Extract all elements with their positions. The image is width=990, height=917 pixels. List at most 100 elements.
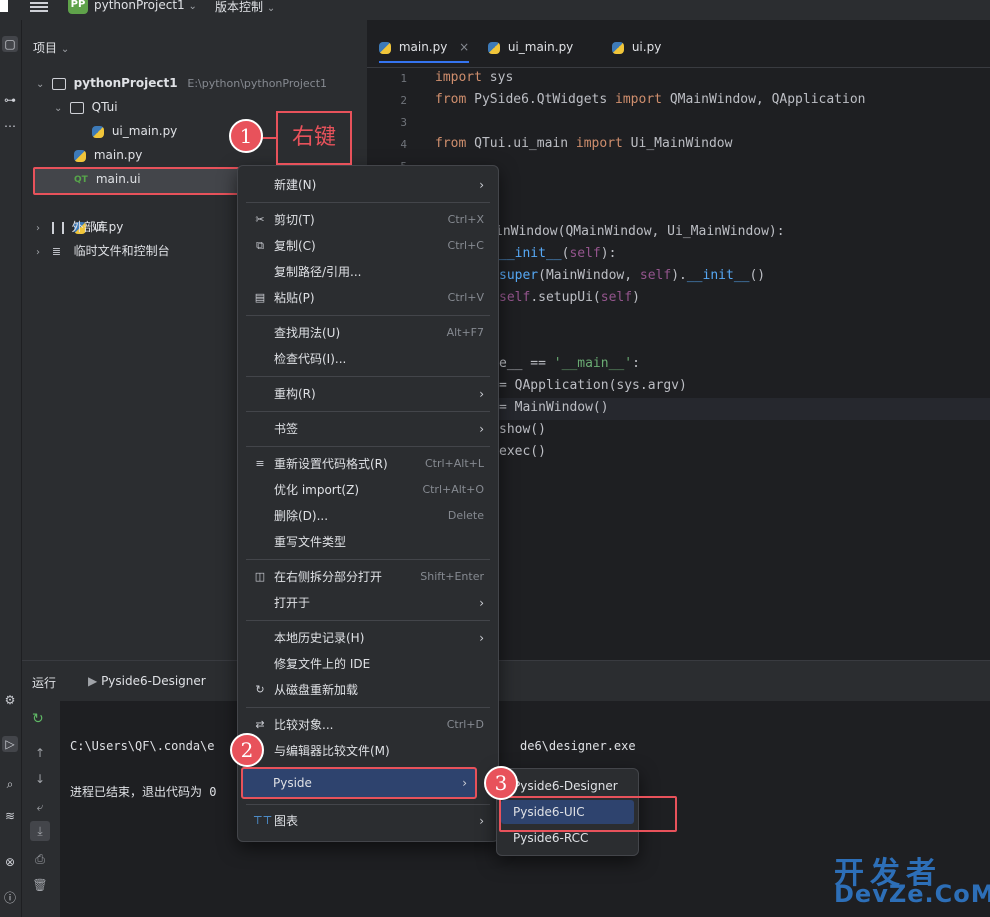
tree-item-root[interactable]: ⌄ pythonProject1 E:\python\pythonProject… <box>36 71 327 95</box>
tree-item-ui-main[interactable]: ui_main.py <box>92 119 177 143</box>
project-panel-title: 项目 <box>33 41 58 55</box>
step-badge-2: 2 <box>230 733 264 767</box>
tree-item-label: 临时文件和控制台 <box>73 244 170 258</box>
scroll-up-icon[interactable]: ↑ <box>30 743 50 763</box>
menu-separator <box>246 446 490 447</box>
run-tool-icon[interactable]: ▷ <box>2 736 18 752</box>
chevron-right-icon: › <box>479 814 484 828</box>
menu-item-paste[interactable]: ▤ 粘贴(P) Ctrl+V <box>244 286 492 310</box>
menu-shortcut: Shift+Enter <box>420 570 484 583</box>
tab-label: main.py <box>398 40 448 54</box>
menu-item-split-open[interactable]: ◫ 在右侧拆分部分打开 Shift+Enter <box>244 565 492 589</box>
scroll-down-icon[interactable]: ↓ <box>30 769 50 789</box>
soft-wrap-icon[interactable]: ⤶ <box>30 797 50 817</box>
search-tool-icon[interactable]: ⌕ <box>2 776 18 792</box>
menu-item-find-usages[interactable]: 查找用法(U) Alt+F7 <box>244 321 492 345</box>
project-panel-header[interactable]: 项目 ⌄ <box>33 39 69 56</box>
more-tool-icon[interactable]: ⋯ <box>2 118 18 134</box>
menu-item-label: 删除(D)... <box>274 509 329 523</box>
console-line: de6\designer.exe <box>520 739 636 753</box>
menu-item-copy-path[interactable]: 复制路径/引用... <box>244 260 492 284</box>
menu-item-label: 检查代码(I)... <box>274 352 347 366</box>
callout-right-click: 右键 <box>276 111 352 165</box>
close-icon[interactable]: × <box>459 40 469 54</box>
diagram-icon: ⊤⊤ <box>253 814 273 827</box>
tab-main-py[interactable]: main.py × <box>379 40 470 63</box>
chevron-right-icon: › <box>462 776 467 790</box>
callout-connector <box>262 137 276 139</box>
tree-item-label: pythonProject1 <box>73 76 178 90</box>
print-icon[interactable]: ⎙ <box>30 849 50 869</box>
chevron-right-icon[interactable]: › <box>36 217 48 241</box>
vcs-menu[interactable]: 版本控制 ⌄ <box>215 0 275 15</box>
menu-item-refactor[interactable]: 重构(R) › <box>244 382 492 406</box>
step-badge-3: 3 <box>484 766 518 800</box>
menu-item-pyside[interactable]: Pyside › <box>241 767 477 799</box>
editor-tab-bar: main.py × ui_main.py ui.py <box>367 34 990 68</box>
menu-item-copy[interactable]: ⧉ 复制(C) Ctrl+C <box>244 234 492 258</box>
plugins-tool-icon[interactable]: ⚙ <box>2 692 18 708</box>
menu-item-compare[interactable]: ⇄ 比较对象... Ctrl+D <box>244 713 492 737</box>
layers-tool-icon[interactable]: ≋ <box>2 808 18 824</box>
code-line: from QTui.ui_main import Ui_MainWindow <box>435 136 733 151</box>
menu-item-reload[interactable]: ↻ 从磁盘重新加载 <box>244 678 492 702</box>
tab-ui-py[interactable]: ui.py <box>612 40 661 54</box>
menu-item-new[interactable]: 新建(N) › <box>244 173 492 197</box>
menu-shortcut: Ctrl+D <box>446 718 484 731</box>
chevron-right-icon[interactable]: › <box>36 241 48 265</box>
menu-shortcut: Delete <box>447 509 484 522</box>
terminal-tool-icon[interactable]: ⊗ <box>2 854 18 870</box>
tree-item-qtui[interactable]: ⌄ QTui <box>54 95 118 119</box>
code-line: = MainWindow() <box>499 400 609 415</box>
problems-tool-icon[interactable]: ⓘ <box>2 890 18 906</box>
menu-item-diagrams[interactable]: ⊤⊤ 图表 › <box>244 809 492 833</box>
tree-item-label: main.py <box>93 148 143 162</box>
menu-item-repair-ide[interactable]: 修复文件上的 IDE <box>244 652 492 676</box>
run-tab[interactable]: ▶ Pyside6-Designer <box>88 674 206 688</box>
menu-item-reformat[interactable]: ≡ 重新设置代码格式(R) Ctrl+Alt+L <box>244 452 492 476</box>
scroll-to-end-icon[interactable]: ⤓ <box>30 821 50 841</box>
project-tool-icon[interactable]: ▢ <box>2 36 18 52</box>
project-name: pythonProject1 <box>94 0 185 12</box>
rerun-icon[interactable]: ↻ <box>32 711 44 727</box>
tree-item-label: 外部库 <box>71 220 108 234</box>
project-badge[interactable]: PP <box>68 0 88 14</box>
library-icon <box>51 221 64 234</box>
tree-item-scratches[interactable]: › ≣ 临时文件和控制台 <box>36 239 170 263</box>
structure-tool-icon[interactable]: ⊶ <box>2 92 18 108</box>
line-number: 1 <box>400 72 407 85</box>
menu-item-optimize-imports[interactable]: 优化 import(Z) Ctrl+Alt+O <box>244 478 492 502</box>
menu-item-inspect[interactable]: 检查代码(I)... <box>244 347 492 371</box>
menu-item-cut[interactable]: ✂ 剪切(T) Ctrl+X <box>244 208 492 232</box>
main-menu-icon[interactable] <box>30 0 48 14</box>
menu-item-open-in[interactable]: 打开于 › <box>244 591 492 615</box>
split-icon: ◫ <box>254 570 266 583</box>
tree-item-label: ui_main.py <box>111 124 178 138</box>
tree-item-main-py[interactable]: main.py <box>74 143 142 167</box>
submenu-item-designer[interactable]: Pyside6-Designer <box>501 774 634 798</box>
chevron-down-icon[interactable]: ⌄ <box>36 73 48 97</box>
menu-item-delete[interactable]: 删除(D)... Delete <box>244 504 492 528</box>
run-icon: ▶ <box>88 674 98 688</box>
tree-item-external-libs[interactable]: › 外部库 <box>36 215 108 239</box>
menu-item-override-type[interactable]: 重写文件类型 <box>244 530 492 554</box>
menu-item-bookmarks[interactable]: 书签 › <box>244 417 492 441</box>
vcs-menu-label: 版本控制 <box>215 0 264 14</box>
chevron-down-icon[interactable]: ⌄ <box>54 97 66 121</box>
tree-item-main-ui[interactable]: QT main.ui <box>74 167 141 191</box>
menu-item-local-history[interactable]: 本地历史记录(H) › <box>244 626 492 650</box>
qt-file-icon: QT <box>74 174 88 185</box>
line-number: 4 <box>400 138 407 151</box>
menu-item-label: 粘贴(P) <box>274 291 315 305</box>
chevron-right-icon: › <box>479 178 484 192</box>
menu-item-label: 在右侧拆分部分打开 <box>274 570 383 584</box>
menu-item-label: 图表 <box>274 814 299 828</box>
run-panel-title: 运行 <box>32 676 57 690</box>
project-switcher[interactable]: pythonProject1 ⌄ <box>94 0 197 12</box>
tab-ui-main-py[interactable]: ui_main.py <box>488 40 573 54</box>
line-number: 3 <box>400 116 407 129</box>
trash-icon[interactable]: 🗑 <box>30 875 50 895</box>
menu-item-compare-editor[interactable]: 与编辑器比较文件(M) <box>244 739 492 763</box>
menu-shortcut: Ctrl+Alt+O <box>422 483 484 496</box>
folder-icon <box>69 101 84 114</box>
